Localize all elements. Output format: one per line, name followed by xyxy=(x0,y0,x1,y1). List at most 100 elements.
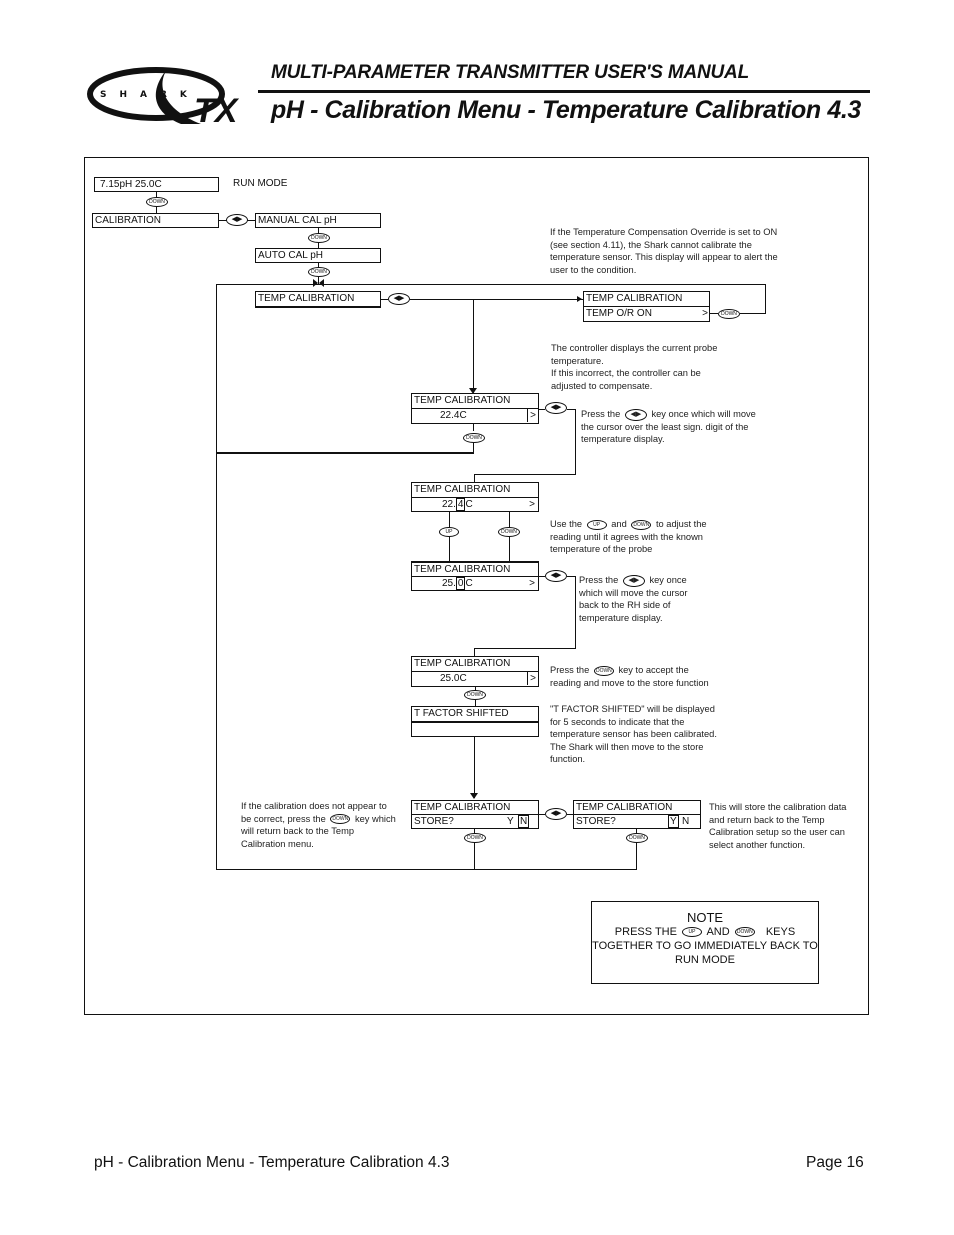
down-key-icon: DOWN xyxy=(463,433,485,443)
logo-word: SHARK xyxy=(100,90,200,100)
note-accept: Press the DOWN key to accept the reading… xyxy=(550,664,720,689)
note-line: PRESS THE UP AND DOWN KEYS xyxy=(592,925,818,939)
display-line: MANUAL CAL pH xyxy=(258,215,337,226)
note-current-temp: The controller displays the current prob… xyxy=(551,343,718,391)
arrow-indicator: > xyxy=(527,409,538,422)
shark-tx-logo: SHARK TX xyxy=(86,64,258,132)
display-line: TEMP CALIBRATION xyxy=(258,293,355,304)
down-key-icon: DOWN xyxy=(626,833,648,843)
note-text: Use the xyxy=(550,519,583,529)
logo-suffix: TX xyxy=(194,92,240,130)
note-text: AND xyxy=(706,926,730,938)
note-shifted: "T FACTOR SHIFTED" will be displayed for… xyxy=(550,704,717,764)
display-edit-digit-1: TEMP CALIBRATION 22. 4 C > xyxy=(411,482,539,512)
display-line: CALIBRATION xyxy=(95,215,161,226)
display-store-yes: TEMP CALIBRATION STORE? Y N xyxy=(573,800,701,829)
display-accept-temp: TEMP CALIBRATION 25.0C > xyxy=(411,656,539,687)
display-line: 25.0C > xyxy=(412,671,538,685)
temp-value-prefix: 25. xyxy=(442,578,456,589)
up-key-icon: UP xyxy=(439,527,459,537)
display-auto-cal: AUTO CAL pH xyxy=(255,248,381,263)
display-line: TEMP CALIBRATION xyxy=(576,802,673,813)
display-line: TEMP O/R ON > xyxy=(584,306,709,320)
page-title: pH - Calibration Menu - Temperature Cali… xyxy=(271,96,861,124)
merge-arrow-icon xyxy=(319,279,324,287)
left-right-key-icon: ◀▶ xyxy=(624,408,647,421)
display-t-factor-shifted: T FACTOR SHIFTED xyxy=(411,706,539,737)
display-store-no: TEMP CALIBRATION STORE? Y N xyxy=(411,800,539,829)
display-temp-override: TEMP CALIBRATION TEMP O/R ON > xyxy=(583,291,710,322)
display-line: 22.4C> xyxy=(412,497,538,511)
merge-arrow-icon xyxy=(313,279,318,287)
note-move-back: Press the ◀▶ key once which will move th… xyxy=(579,574,709,624)
note-store: This will store the calibration data and… xyxy=(709,802,847,850)
header-rule xyxy=(258,90,870,93)
left-right-key-icon: ◀▶ xyxy=(545,808,567,820)
display-line: AUTO CAL pH xyxy=(258,250,324,261)
down-key-icon: DOWN xyxy=(308,267,330,277)
display-manual-cal: MANUAL CAL pH xyxy=(255,213,381,228)
down-key-icon: DOWN xyxy=(146,197,168,207)
note-text: KEYS xyxy=(765,926,796,938)
note-not-correct: If the calibration does not appear to be… xyxy=(241,800,396,850)
left-right-key-icon: ◀▶ xyxy=(622,574,645,587)
down-key-icon: DOWN xyxy=(593,665,614,676)
option-no: N xyxy=(682,816,690,827)
note-text: and xyxy=(611,519,627,529)
down-key-icon: DOWN xyxy=(308,233,330,243)
left-right-key-icon: ◀▶ xyxy=(226,214,248,226)
option-no-selected: N xyxy=(518,815,530,828)
note-text: Press the xyxy=(581,409,621,419)
down-key-icon: DOWN xyxy=(330,814,351,825)
arrow-indicator: > xyxy=(527,672,538,685)
note-box: NOTE PRESS THE UP AND DOWN KEYS TOGETHER… xyxy=(591,901,819,984)
display-line xyxy=(412,721,538,735)
option-yes-selected: Y xyxy=(668,815,679,828)
display-line: TEMP CALIBRATION xyxy=(586,293,683,304)
temp-value-prefix: 22. xyxy=(442,499,456,510)
display-line: STORE? Y N xyxy=(574,814,700,828)
arrow-indicator: > xyxy=(529,499,535,510)
display-calibration: CALIBRATION xyxy=(92,213,219,228)
override-status: TEMP O/R ON xyxy=(586,308,652,319)
run-mode-label: RUN MODE xyxy=(233,178,288,189)
display-line: TEMP CALIBRATION xyxy=(414,564,511,575)
store-prompt: STORE? xyxy=(414,816,454,827)
display-run-mode: 7.15pH 25.0C xyxy=(94,177,219,192)
display-line: TEMP CALIBRATION xyxy=(414,395,511,406)
display-line: 7.15pH 25.0C xyxy=(100,179,162,190)
note-text: Press the xyxy=(550,665,590,675)
down-key-icon: DOWN xyxy=(631,519,652,530)
display-current-temp: TEMP CALIBRATION 22.4C > xyxy=(411,393,539,424)
display-edit-digit-2: TEMP CALIBRATION 25. 0 C > xyxy=(411,561,539,591)
display-line: TEMP CALIBRATION xyxy=(414,484,511,495)
left-right-key-icon: ◀▶ xyxy=(545,402,567,414)
display-line: TEMP CALIBRATION xyxy=(414,802,511,813)
temp-value: 22.4C xyxy=(440,410,467,421)
note-move-cursor: Press the ◀▶ key once which will move th… xyxy=(581,408,771,446)
temp-unit: C xyxy=(465,499,473,510)
display-line: STORE? Y N xyxy=(412,814,538,828)
footer-section-title: pH - Calibration Menu - Temperature Cali… xyxy=(94,1154,450,1171)
arrowhead xyxy=(577,296,582,302)
up-key-icon: UP xyxy=(586,519,607,530)
display-temp-calibration-menu: TEMP CALIBRATION xyxy=(255,291,381,308)
temp-value: 25.0C xyxy=(440,673,467,684)
note-line: TOGETHER TO GO IMMEDIATELY BACK TO xyxy=(592,940,818,952)
display-line: TEMP CALIBRATION xyxy=(414,658,511,669)
note-line: RUN MODE xyxy=(675,954,735,966)
left-right-key-icon: ◀▶ xyxy=(545,570,567,582)
down-key-icon: DOWN xyxy=(498,527,520,537)
down-key-icon: DOWN xyxy=(464,690,486,700)
display-line: 22.4C > xyxy=(412,408,538,422)
arrow-indicator: > xyxy=(702,308,708,319)
down-key-icon: DOWN xyxy=(718,309,740,319)
up-key-icon: UP xyxy=(682,927,703,938)
arrow-indicator: > xyxy=(529,578,535,589)
logo-graphic: SHARK TX xyxy=(87,67,240,130)
store-prompt: STORE? xyxy=(576,816,616,827)
note-override: If the Temperature Compensation Override… xyxy=(550,227,778,275)
note-title: NOTE xyxy=(686,910,724,925)
manual-subtitle: MULTI-PARAMETER TRANSMITTER USER'S MANUA… xyxy=(271,62,749,83)
temp-unit: C xyxy=(465,578,473,589)
